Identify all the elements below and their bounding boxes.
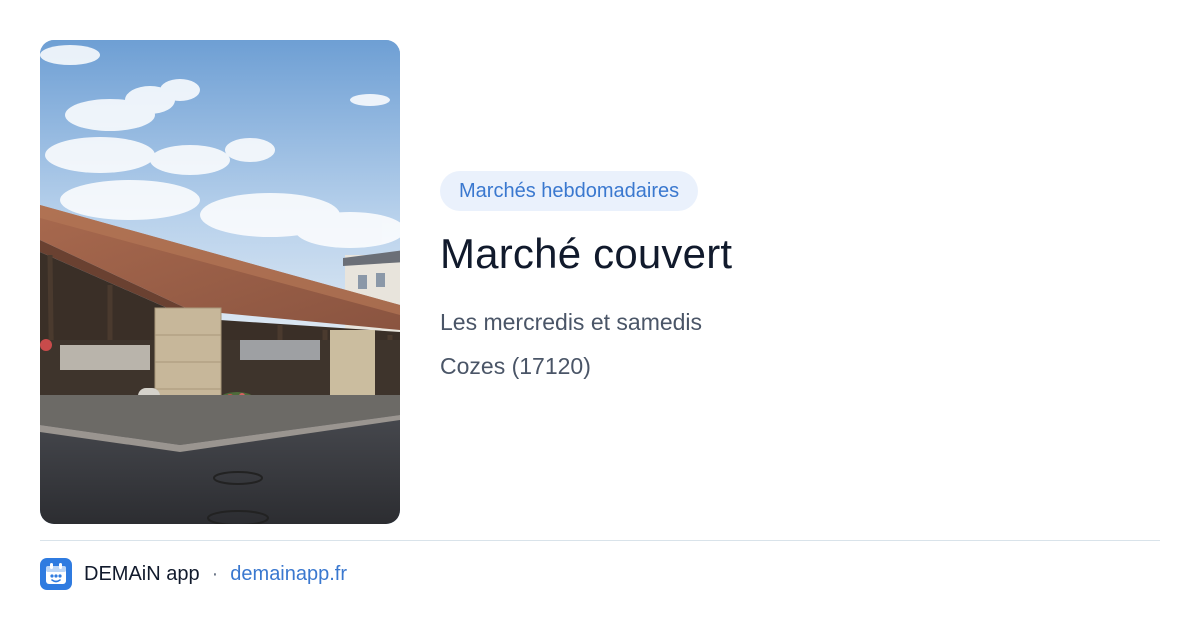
market-photo-illustration [40, 40, 400, 524]
category-tag[interactable]: Marchés hebdomadaires [440, 171, 699, 211]
market-location: Cozes (17120) [440, 353, 591, 379]
app-website-link[interactable]: demainapp.fr [230, 563, 347, 586]
calendar-icon [40, 558, 72, 590]
footer: DEMAiN app · demainapp.fr [40, 558, 347, 590]
footer-divider [40, 540, 1160, 541]
market-title: Marché couvert [440, 230, 733, 277]
footer-separator: · [211, 562, 219, 585]
market-info: Marchés hebdomadaires Marché couvert Les… [440, 171, 1140, 381]
market-photo [40, 40, 400, 524]
market-schedule: Les mercredis et samedis [440, 309, 703, 335]
app-name: DEMAiN app [84, 562, 200, 585]
share-card: Marchés hebdomadaires Marché couvert Les… [0, 0, 1200, 630]
